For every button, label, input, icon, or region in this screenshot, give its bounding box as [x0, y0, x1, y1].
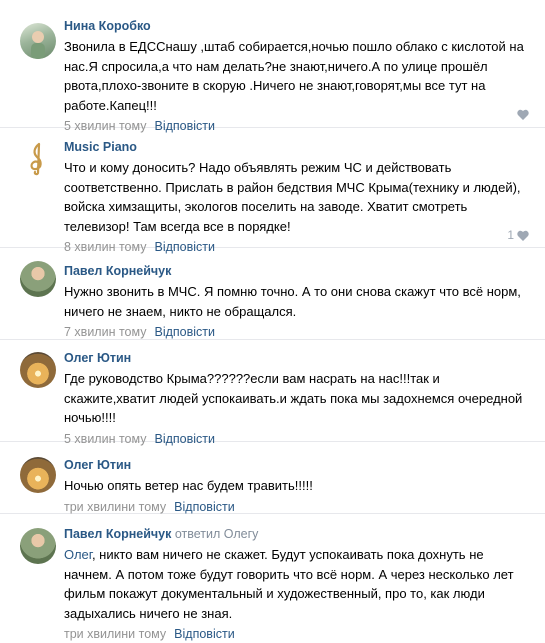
- comment: Music Piano Что и кому доносить? Надо об…: [0, 128, 545, 254]
- comment-time[interactable]: три хвилини тому: [64, 627, 166, 641]
- comment-author[interactable]: Павел Корнейчук: [64, 263, 530, 279]
- avatar[interactable]: [20, 457, 56, 493]
- comment: Павел Корнейчук Нужно звонить в МЧС. Я п…: [0, 248, 545, 340]
- comment-author[interactable]: Нина Коробко: [64, 18, 530, 34]
- comment: Олег Ютин Ночью опять ветер нас будем тр…: [0, 442, 545, 514]
- avatar[interactable]: [20, 261, 56, 297]
- comment-text: Что и кому доносить? Надо объявлять режи…: [64, 160, 521, 234]
- comment-author[interactable]: Олег Ютин: [64, 350, 530, 366]
- like-button[interactable]: [517, 109, 529, 120]
- reply-link[interactable]: Відповісти: [174, 627, 235, 641]
- comment-text: Звонила в ЕДССнашу ,штаб собирается,ночь…: [64, 39, 524, 113]
- mention-link[interactable]: Олег: [64, 547, 92, 562]
- reply-link[interactable]: Відповісти: [154, 325, 215, 339]
- comment: Олег Ютин Где руководство Крыма??????есл…: [0, 340, 545, 446]
- avatar[interactable]: [20, 352, 56, 388]
- heart-icon: [517, 109, 529, 120]
- treble-clef-icon: [30, 142, 42, 176]
- avatar-photo: [31, 31, 45, 59]
- comment-text: Олег, никто вам ничего не скажет. Будут …: [64, 547, 514, 621]
- heart-icon: [517, 230, 529, 241]
- reply-link[interactable]: Відповісти: [174, 500, 235, 514]
- avatar[interactable]: [20, 528, 56, 564]
- comment-time[interactable]: 7 хвилин тому: [64, 325, 146, 339]
- comment-text: Где руководство Крыма??????если вам наср…: [64, 371, 523, 425]
- avatar[interactable]: [20, 23, 56, 59]
- comment: Нина Коробко Звонила в ЕДССнашу ,штаб со…: [0, 0, 545, 133]
- comment-text: Нужно звонить в МЧС. Я помню точно. А то…: [64, 284, 521, 319]
- comment: Павел Корнейчук ответил Олегу Олег, никт…: [0, 514, 545, 641]
- like-button[interactable]: 1: [507, 228, 529, 242]
- comment-author[interactable]: Павел Корнейчук ответил Олегу: [64, 526, 530, 542]
- avatar[interactable]: [20, 140, 56, 176]
- like-count: 1: [507, 228, 514, 242]
- comment-text: Ночью опять ветер нас будем травить!!!!!: [64, 478, 313, 493]
- comment-time[interactable]: три хвилини тому: [64, 500, 166, 514]
- comment-author[interactable]: Music Piano: [64, 139, 530, 155]
- reply-to-label: ответил Олегу: [174, 527, 259, 541]
- comment-author[interactable]: Олег Ютин: [64, 457, 530, 473]
